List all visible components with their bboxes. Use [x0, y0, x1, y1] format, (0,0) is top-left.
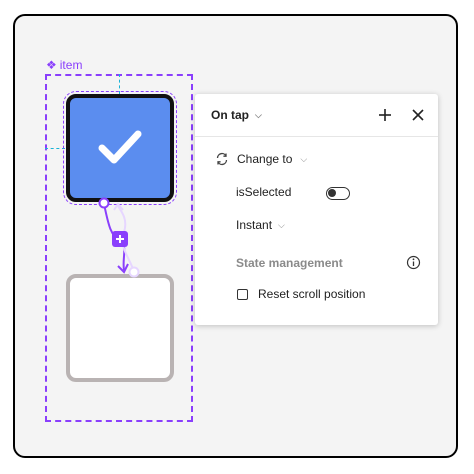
action-dropdown[interactable]: Change to ⌵ [215, 152, 307, 166]
toggle-knob [328, 189, 336, 197]
reset-scroll-checkbox[interactable] [237, 288, 248, 300]
section-title: State management [236, 256, 343, 270]
info-icon[interactable] [406, 255, 421, 270]
connector-start-node[interactable] [98, 197, 110, 209]
chevron-down-icon: ⌵ [300, 153, 308, 164]
reset-scroll-option[interactable]: Reset scroll position [237, 287, 365, 301]
reset-scroll-label: Reset scroll position [258, 287, 366, 301]
refresh-icon [216, 152, 228, 166]
interaction-panel: On tap ⌵ Change to ⌵ isSelected Instant … [195, 94, 438, 325]
action-label: Change to [237, 152, 293, 166]
plus-icon[interactable] [376, 106, 394, 124]
close-icon[interactable] [409, 106, 427, 124]
transition-label: Instant [236, 218, 273, 232]
chevron-down-icon: ⌵ [255, 109, 262, 120]
chevron-down-icon: ⌵ [278, 219, 285, 230]
isselected-toggle[interactable] [326, 187, 350, 200]
trigger-dropdown[interactable]: On tap ⌵ [211, 108, 262, 122]
panel-header: On tap ⌵ [195, 94, 438, 137]
trigger-label: On tap [211, 108, 249, 122]
connector-end-node[interactable] [128, 266, 140, 278]
transition-dropdown[interactable]: Instant ⌵ [236, 218, 285, 232]
property-label: isSelected [236, 185, 292, 199]
